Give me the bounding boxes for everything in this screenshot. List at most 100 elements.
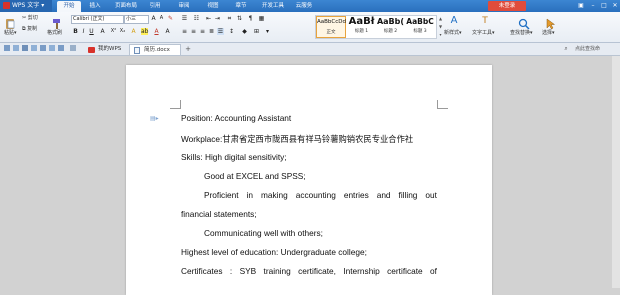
skin-icon[interactable]: ▣ [576, 0, 586, 12]
format-painter-button[interactable]: 格式刷 [47, 30, 62, 37]
tab-home[interactable]: 开始 [57, 1, 81, 12]
minimize-icon[interactable]: – [588, 0, 598, 12]
vertical-scrollbar[interactable] [612, 56, 620, 288]
clear-format-icon[interactable]: ✎ [167, 15, 174, 22]
doc-word: certificate, [298, 266, 336, 276]
show-marks-icon[interactable]: ¶ [247, 15, 254, 22]
table-icon[interactable]: ▦ [258, 15, 265, 22]
align-center-icon[interactable]: ≡ [190, 28, 197, 35]
copy-button[interactable]: ⧉ 复制 [22, 26, 37, 33]
undo-quick-icon[interactable] [40, 45, 46, 51]
style-heading-2-sample: AaBb( [376, 17, 405, 26]
increase-indent-icon[interactable]: ⇥ [214, 15, 221, 22]
paragraph-handle-icon[interactable]: ▤▸ [150, 115, 159, 122]
style-heading-3-label: 标题 3 [413, 29, 427, 34]
italic-icon[interactable]: I [80, 28, 87, 35]
find-replace-button[interactable]: 查找替换▾ [510, 30, 533, 37]
font-name-select[interactable]: Calibri (正文) [71, 15, 124, 24]
redo-quick-icon[interactable] [49, 45, 55, 51]
paste-button[interactable]: 粘贴▾ [4, 30, 17, 37]
font-size-select[interactable]: 小三 [124, 15, 149, 24]
sort-icon[interactable]: ⇅ [236, 15, 243, 22]
wps-logo-icon [3, 2, 10, 9]
strikethrough-icon[interactable]: A [99, 28, 106, 35]
format-painter-icon[interactable] [50, 15, 62, 29]
char-shading-icon[interactable]: A [164, 28, 171, 35]
align-right-icon[interactable]: ≡ [199, 28, 206, 35]
style-heading-3-sample: AaBbC [406, 17, 434, 26]
text-tools-button[interactable]: 文字工具▾ [472, 30, 495, 37]
doc-line-financial[interactable]: financial statements; [181, 209, 257, 219]
tab-references[interactable]: 引用 [146, 0, 164, 12]
app-menu-button[interactable]: WPS 文字 ▾ [0, 0, 52, 12]
distributed-icon[interactable]: ☰ [217, 28, 224, 35]
print-quick-icon[interactable] [22, 45, 28, 51]
doc-word: in [246, 190, 254, 200]
maximize-icon[interactable]: □ [599, 0, 609, 12]
shading-icon[interactable]: ◆ [241, 28, 248, 35]
text-tools-icon[interactable]: T [478, 15, 492, 27]
doc-word: out [425, 190, 437, 200]
new-style-button[interactable]: 新样式▾ [444, 30, 462, 37]
doc-line-proficient[interactable]: Proficient in making accounting entries … [204, 190, 437, 200]
highlight-icon[interactable]: ab [141, 28, 149, 35]
decrease-indent-icon[interactable]: ⇤ [205, 15, 212, 22]
login-button[interactable]: 未登录 [488, 1, 526, 11]
doc-word: Proficient [204, 190, 239, 200]
text-effect-icon[interactable]: A [130, 28, 137, 35]
bold-icon[interactable]: B [72, 28, 79, 35]
paste-icon[interactable] [4, 15, 16, 29]
numbering-icon[interactable]: ☷ [193, 15, 200, 22]
bullets-icon[interactable]: ☰ [181, 15, 188, 22]
line-spacing-icon[interactable]: ↕ [228, 28, 235, 35]
tab-list-icon[interactable] [70, 45, 76, 51]
select-cursor-icon[interactable] [545, 15, 557, 30]
save-quick-icon[interactable] [4, 45, 10, 51]
search-icon: ⌕ [564, 45, 568, 52]
style-heading-2[interactable]: AaBb( 标题 2 [376, 16, 405, 38]
doc-tab-my-wps[interactable]: 我的WPS [84, 44, 128, 55]
style-heading-3[interactable]: AaBbC 标题 3 [405, 16, 435, 38]
customize-quick-icon[interactable] [58, 45, 64, 51]
doc-line-communicating[interactable]: Communicating well with others; [204, 228, 323, 238]
select-button[interactable]: 选择▾ [542, 30, 555, 37]
subscript-icon[interactable]: X₂ [119, 28, 126, 35]
grow-font-icon[interactable]: A [150, 15, 157, 22]
chinese-layout-icon[interactable]: ⌗ [226, 15, 233, 22]
doc-line-position[interactable]: Position: Accounting Assistant [181, 113, 291, 123]
style-heading-1[interactable]: AaBł 标题 1 [347, 16, 376, 38]
tab-page-layout[interactable]: 页面布局 [111, 0, 141, 12]
align-left-icon[interactable]: ≡ [181, 28, 188, 35]
text-tools-label: 文字工具 [472, 30, 493, 36]
border-icon[interactable]: ⊞ [253, 28, 260, 35]
doc-line-certificates[interactable]: Certificates : SYB training certificate,… [181, 266, 437, 276]
tab-review[interactable]: 审阅 [175, 0, 193, 12]
style-normal[interactable]: AaBbCcDd 正文 [316, 16, 346, 38]
preview-quick-icon[interactable] [31, 45, 37, 51]
new-style-icon[interactable]: A [447, 15, 461, 27]
tab-cloud[interactable]: 云服务 [292, 0, 316, 12]
border-dropdown-icon[interactable]: ▾ [264, 28, 271, 35]
close-icon[interactable]: ✕ [610, 0, 620, 12]
doc-line-education[interactable]: Highest level of education: Undergraduat… [181, 247, 367, 257]
tab-view[interactable]: 视图 [204, 0, 222, 12]
doc-word: training [263, 266, 291, 276]
justify-icon[interactable]: ≣ [208, 28, 215, 35]
shrink-font-icon[interactable]: A [158, 15, 165, 22]
tab-insert[interactable]: 插入 [86, 0, 104, 12]
underline-icon[interactable]: U [88, 28, 95, 35]
tab-developer[interactable]: 开发工具 [258, 0, 288, 12]
doc-tab-resume[interactable]: 简历.docx [129, 44, 181, 55]
doc-line-workplace[interactable]: Workplace:甘肃省定西市陇西县有祥马铃薯购销农民专业合作社 [181, 133, 413, 145]
styles-scroll-icon[interactable]: ▲ ▼ ▾ [438, 15, 443, 39]
tab-section[interactable]: 章节 [232, 0, 250, 12]
superscript-icon[interactable]: X² [110, 28, 117, 35]
doc-line-skills[interactable]: Skills: High digital sensitivity; [181, 152, 287, 162]
cut-button[interactable]: ✂ 剪切 [22, 15, 38, 22]
font-color-icon[interactable]: A [153, 28, 160, 35]
find-replace-icon[interactable] [517, 15, 531, 30]
doc-line-excel[interactable]: Good at EXCEL and SPSS; [204, 171, 306, 181]
open-quick-icon[interactable] [13, 45, 19, 51]
new-tab-icon[interactable]: + [184, 45, 192, 53]
help-search-input[interactable]: 点此查找命 [575, 45, 620, 53]
